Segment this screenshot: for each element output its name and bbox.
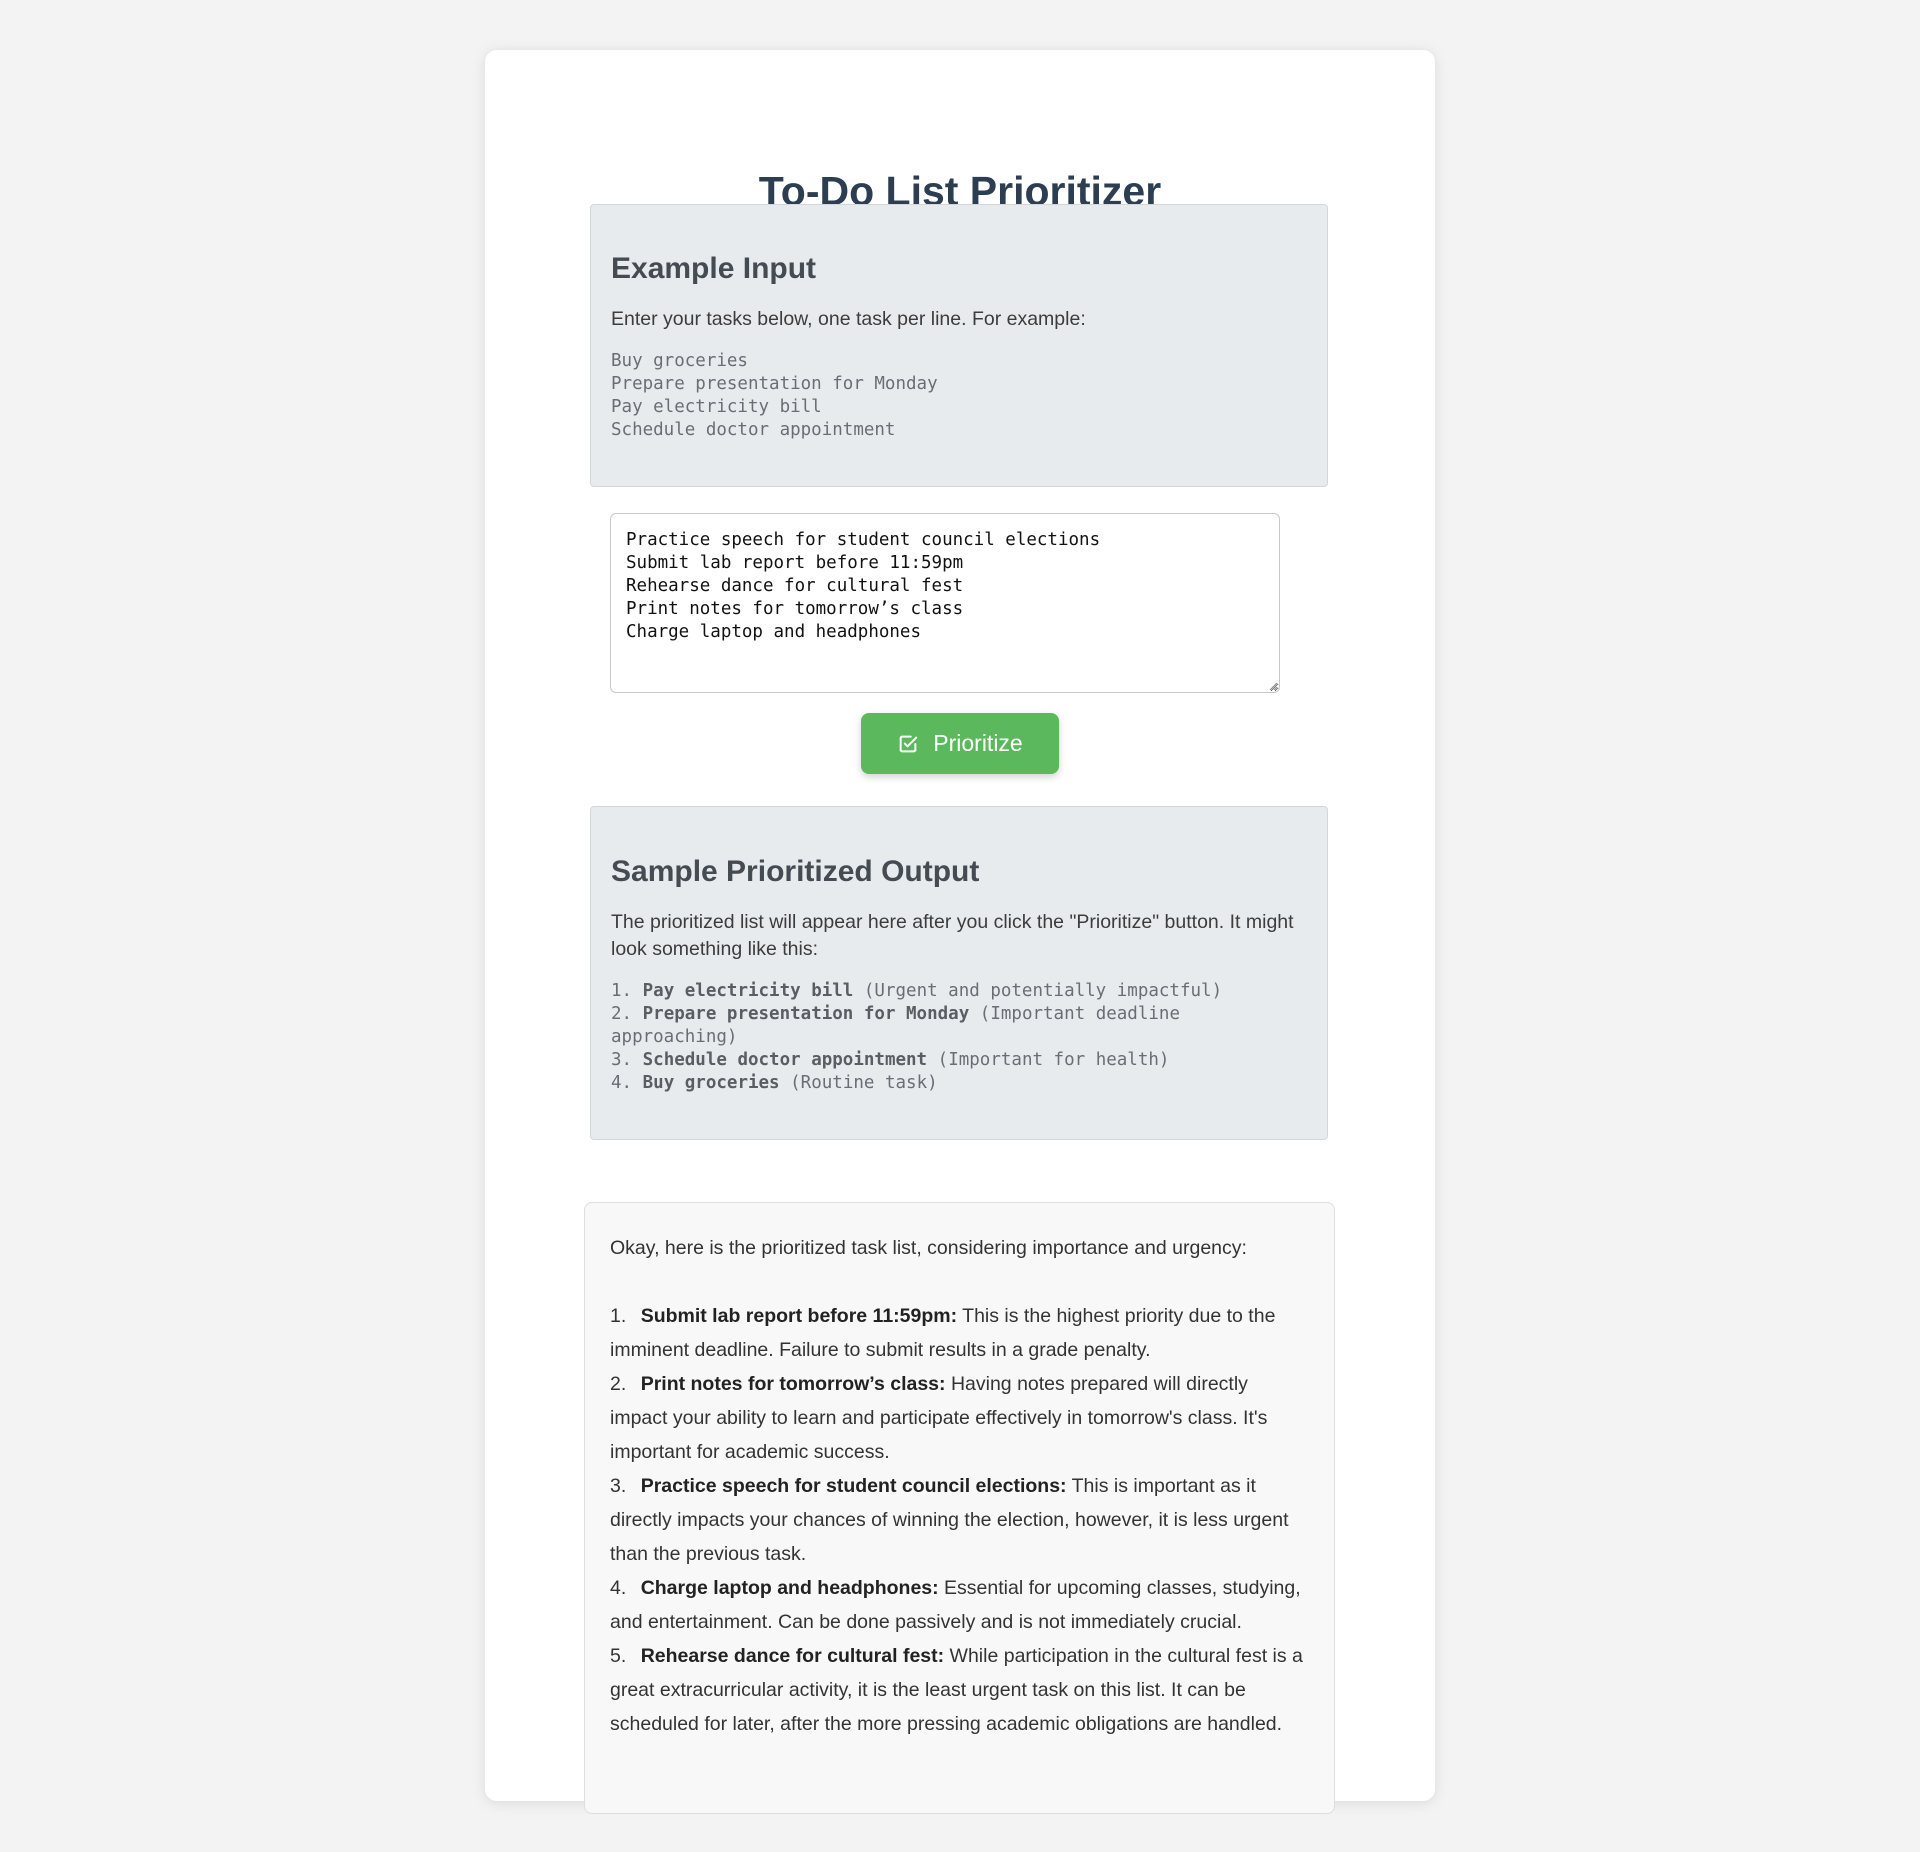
item-task: Pay electricity bill	[642, 981, 854, 1001]
result-item-task: Charge laptop and headphones:	[640, 1577, 939, 1599]
sample-output-list: 1. Pay electricity bill (Urgent and pote…	[611, 980, 1307, 1095]
item-note: (Important for health)	[937, 1050, 1170, 1070]
checkbox-check-icon	[897, 733, 919, 755]
item-number: 4.	[611, 1073, 633, 1093]
result-item-task: Submit lab report before 11:59pm:	[640, 1305, 958, 1327]
example-input-heading: Example Input	[611, 252, 817, 285]
example-task-line: Buy groceries	[611, 351, 748, 371]
sample-output-panel: Sample Prioritized Output The prioritize…	[590, 806, 1328, 1140]
sample-output-item: 2. Prepare presentation for Monday (Impo…	[611, 1003, 1307, 1049]
result-item-number: 1.	[610, 1305, 627, 1327]
sample-output-heading: Sample Prioritized Output	[611, 855, 980, 888]
item-note: (Urgent and potentially impactful)	[863, 981, 1223, 1001]
example-task-list: Buy groceries Prepare presentation for Mo…	[611, 350, 1307, 442]
item-number: 3.	[611, 1050, 633, 1070]
item-note: (Routine task)	[790, 1073, 938, 1093]
result-item: 1. Submit lab report before 11:59pm: Thi…	[610, 1299, 1309, 1367]
result-item: 5. Rehearse dance for cultural fest: Whi…	[610, 1639, 1309, 1741]
main-card: To-Do List Prioritizer Example Input Ent…	[485, 50, 1435, 1814]
example-input-panel: Example Input Enter your tasks below, on…	[590, 204, 1328, 487]
result-item-task: Print notes for tomorrow’s class:	[640, 1373, 946, 1395]
example-task-line: Schedule doctor appointment	[611, 420, 896, 440]
example-task-line: Prepare presentation for Monday	[611, 374, 938, 394]
item-task: Schedule doctor appointment	[642, 1050, 928, 1070]
sample-output-item: 1. Pay electricity bill (Urgent and pote…	[611, 980, 1307, 1003]
item-number: 1.	[611, 981, 633, 1001]
prioritize-button-label: Prioritize	[933, 730, 1023, 756]
item-task: Buy groceries	[642, 1073, 780, 1093]
example-task-line: Pay electricity bill	[611, 397, 822, 417]
sample-output-item: 3. Schedule doctor appointment (Importan…	[611, 1049, 1307, 1072]
result-item-task: Rehearse dance for cultural fest:	[640, 1645, 945, 1667]
task-input[interactable]: Practice speech for student council elec…	[610, 513, 1280, 693]
prioritize-button[interactable]: Prioritize	[861, 713, 1059, 774]
prioritized-result-box: Okay, here is the prioritized task list,…	[584, 1202, 1335, 1814]
result-item-number: 4.	[610, 1577, 627, 1599]
resize-grip-icon[interactable]	[1268, 681, 1278, 691]
item-number: 2.	[611, 1004, 633, 1024]
result-item: 3. Practice speech for student council e…	[610, 1469, 1309, 1571]
sample-output-item: 4. Buy groceries (Routine task)	[611, 1072, 1307, 1095]
result-item: 2. Print notes for tomorrow’s class: Hav…	[610, 1367, 1309, 1469]
result-item-task: Practice speech for student council elec…	[640, 1475, 1067, 1497]
result-item-number: 3.	[610, 1475, 627, 1497]
result-intro: Okay, here is the prioritized task list,…	[610, 1237, 1247, 1259]
result-item: 4. Charge laptop and headphones: Essenti…	[610, 1571, 1309, 1639]
item-task: Prepare presentation for Monday	[642, 1004, 970, 1024]
result-item-number: 2.	[610, 1373, 627, 1395]
result-item-number: 5.	[610, 1645, 627, 1667]
sample-output-description: The prioritized list will appear here af…	[611, 911, 1294, 960]
example-input-description: Enter your tasks below, one task per lin…	[611, 308, 1086, 330]
